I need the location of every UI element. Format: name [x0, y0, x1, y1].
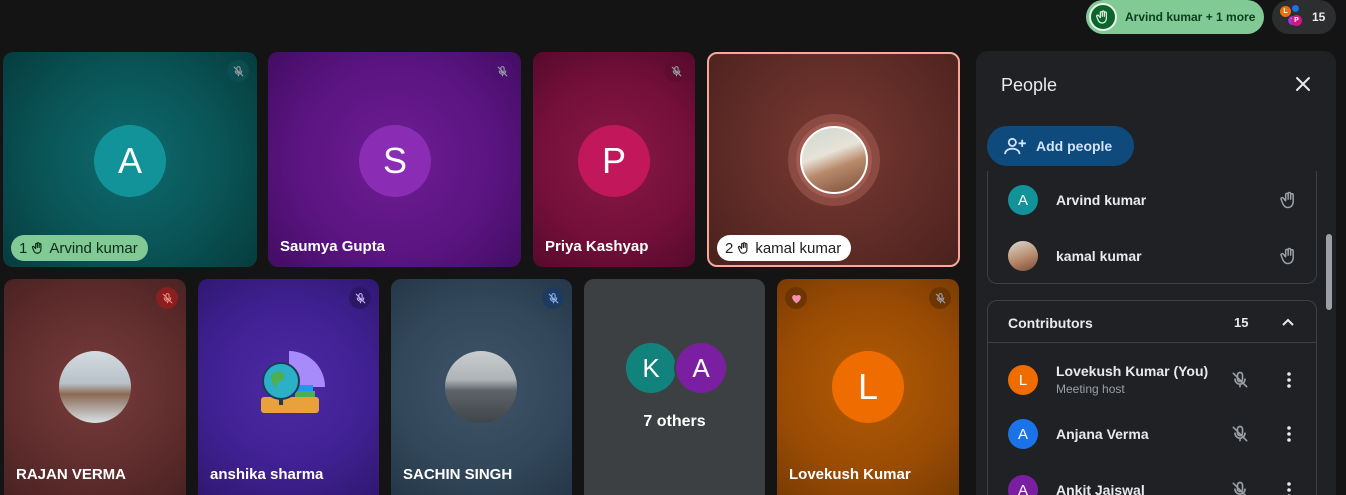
avatar: A [674, 341, 728, 395]
mini-avatar: L [1280, 6, 1291, 17]
avatar: A [1008, 419, 1038, 449]
mic-off-icon [349, 287, 371, 309]
more-options-icon[interactable] [1277, 368, 1301, 392]
add-person-icon [1004, 137, 1026, 155]
tile-name: SACHIN SINGH [403, 466, 513, 483]
mic-off-icon [929, 287, 951, 309]
contributors-label: Contributors [1008, 315, 1093, 331]
participant-name: Ankit Jaiswal [1056, 482, 1145, 495]
participant-count: 15 [1312, 10, 1326, 24]
chevron-up-icon[interactable] [1276, 310, 1300, 334]
raised-hand-icon[interactable] [1277, 188, 1301, 212]
avatar: P [578, 125, 650, 197]
participant-tile[interactable]: A 1 Arvind kumar [3, 52, 257, 267]
participant-name: Lovekush Kumar (You) [1056, 363, 1209, 379]
mini-avatar: P [1291, 15, 1302, 26]
participant-tile[interactable]: S Saumya Gupta [268, 52, 521, 267]
avatar: A [1008, 475, 1038, 495]
list-item[interactable]: kamal kumar [988, 231, 1318, 281]
participant-tile[interactable]: RAJAN VERMA [4, 279, 186, 495]
contributors-section: Contributors 15 L Lovekush Kumar (You) M… [987, 300, 1317, 495]
people-panel: People Add people A Arvind kumar kamal k… [976, 51, 1336, 495]
tile-name: Lovekush Kumar [789, 466, 911, 483]
participant-role: Meeting host [1056, 382, 1125, 396]
participant-tile[interactable]: L Lovekush Kumar [777, 279, 959, 495]
profile-photo [445, 351, 517, 423]
avatar: L [832, 351, 904, 423]
panel-title: People [1001, 75, 1058, 95]
scrollbar[interactable] [1326, 234, 1332, 310]
avatar: L [1008, 365, 1038, 395]
contributors-header[interactable]: Contributors 15 [988, 301, 1316, 343]
add-people-label: Add people [1036, 138, 1113, 154]
tile-name: kamal kumar [755, 239, 842, 257]
avatar-ring [788, 114, 880, 206]
raised-hand-icon [1089, 3, 1117, 31]
tile-name: RAJAN VERMA [16, 466, 127, 483]
participant-tile[interactable]: anshika sharma [198, 279, 379, 495]
avatar: A [1008, 185, 1038, 215]
mic-off-icon[interactable] [1228, 478, 1252, 495]
mic-off-icon [227, 60, 249, 82]
raised-hand-icon [32, 242, 42, 254]
close-icon[interactable] [1292, 73, 1314, 95]
hand-order: 2 [725, 239, 734, 257]
others-tile[interactable]: K A 7 others [584, 279, 765, 495]
profile-photo [1008, 241, 1038, 271]
mic-off-icon [156, 287, 178, 309]
profile-photo [800, 126, 868, 194]
list-item[interactable]: A Ankit Jaiswal [988, 465, 1318, 495]
list-item[interactable]: A Anjana Verma [988, 409, 1318, 459]
raised-hand-badge: 1 Arvind kumar [11, 235, 148, 261]
tile-name: Priya Kashyap [545, 238, 649, 255]
raised-hand-icon[interactable] [1277, 244, 1301, 268]
participant-tile[interactable]: P Priya Kashyap [533, 52, 695, 267]
avatar: S [359, 125, 431, 197]
participant-name: Arvind kumar [1056, 192, 1147, 208]
participants-count-button[interactable]: L S P 15 [1272, 0, 1336, 34]
mic-off-icon[interactable] [1228, 368, 1252, 392]
avatar: K [624, 341, 678, 395]
profile-photo [59, 351, 131, 423]
mic-off-icon [491, 60, 513, 82]
participant-tile[interactable]: 2 kamal kumar [707, 52, 960, 267]
raised-hands-label: Arvind kumar + 1 more [1125, 10, 1256, 24]
others-count: 7 others [643, 413, 706, 430]
tile-name: anshika sharma [210, 466, 324, 483]
more-options-icon[interactable] [1277, 478, 1301, 495]
hand-order: 1 [19, 239, 28, 257]
mic-off-icon [665, 60, 687, 82]
raised-hand-badge: 2 kamal kumar [717, 235, 852, 261]
mic-off-icon[interactable] [1228, 422, 1252, 446]
raised-hands-list: A Arvind kumar kamal kumar [987, 171, 1317, 284]
add-people-button[interactable]: Add people [987, 126, 1134, 166]
meet-screen: Arvind kumar + 1 more L S P 15 A 1 Arvin… [0, 0, 1346, 495]
participant-tile[interactable]: SACHIN SINGH [391, 279, 572, 495]
tile-name: Saumya Gupta [280, 238, 386, 255]
mic-off-icon [542, 287, 564, 309]
participant-name: Anjana Verma [1056, 426, 1149, 442]
participant-name: kamal kumar [1056, 248, 1142, 264]
more-options-icon[interactable] [1277, 422, 1301, 446]
list-item[interactable]: L Lovekush Kumar (You) Meeting host [988, 353, 1318, 407]
raised-hand-icon [738, 242, 748, 254]
contributors-count: 15 [1234, 315, 1249, 330]
mini-avatar-dot [1292, 5, 1299, 12]
heart-reaction-icon [785, 287, 807, 309]
avatar: A [94, 125, 166, 197]
raised-hands-pill[interactable]: Arvind kumar + 1 more [1086, 0, 1264, 34]
list-item[interactable]: A Arvind kumar [988, 175, 1318, 225]
tile-name: Arvind kumar [49, 239, 138, 257]
globe-illustration [253, 351, 325, 423]
